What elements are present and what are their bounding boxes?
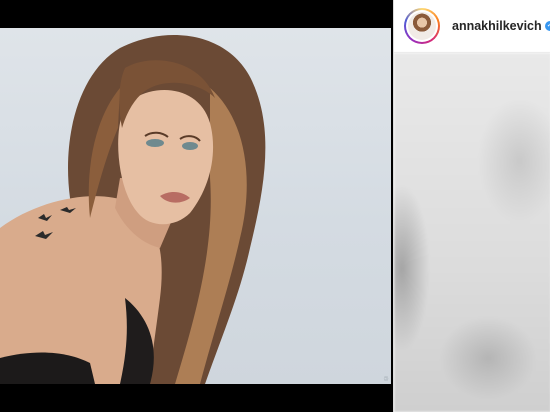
photo-watermark: © bbox=[383, 374, 389, 380]
avatar[interactable] bbox=[404, 8, 440, 44]
avatar-frame bbox=[406, 10, 438, 42]
username-link[interactable]: annakhilkevich bbox=[452, 19, 542, 33]
post-side-panel: annakhilkevich ✓ bbox=[393, 0, 550, 412]
portrait-illustration bbox=[0, 35, 266, 384]
blurred-content-area bbox=[394, 53, 550, 412]
avatar-image bbox=[408, 12, 436, 40]
post-header: annakhilkevich ✓ bbox=[394, 0, 550, 53]
post-photo[interactable]: © bbox=[0, 28, 391, 384]
verified-badge-icon: ✓ bbox=[544, 21, 550, 31]
post-viewer: © annakhilkevich ✓ bbox=[0, 0, 550, 412]
